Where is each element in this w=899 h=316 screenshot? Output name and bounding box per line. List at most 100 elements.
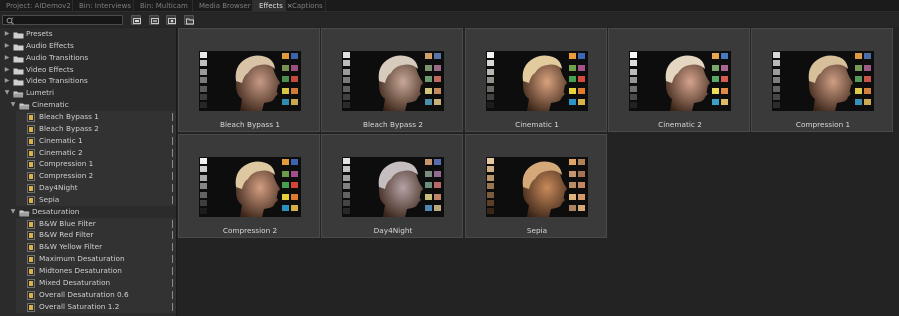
disclosure-collapsed-icon[interactable]: ▶ [3,40,11,52]
folder-icon [13,43,24,51]
preset-icon [27,160,35,170]
tree-folder-video-transitions[interactable]: ▶ Video Transitions [0,75,176,87]
search-input[interactable] [2,15,123,25]
portrait-image [378,161,423,217]
preset-icon [27,124,35,134]
tree-item-label: Sepia [39,194,60,204]
tab-effects[interactable]: Effects × [253,0,293,12]
color-chip [291,170,298,177]
disclosure-collapsed-icon[interactable]: ▶ [3,64,11,76]
tree-preset-overall-saturation-1-2[interactable]: Overall Saturation 1.2 [0,300,176,313]
tree-folder-cinematic[interactable]: ▼ Cinematic [0,99,176,111]
disclosure-expanded-icon[interactable]: ▼ [9,99,17,111]
tree-item-label: Video Effects [26,64,74,74]
tree-folder-video-effects[interactable]: ▶ Video Effects [0,64,176,76]
tree-preset-bw-yellow-filter[interactable]: B&W Yellow Filter [0,241,176,254]
tree-preset-compression-2[interactable]: Compression 2 [0,170,176,183]
folder-icon [13,78,24,86]
tree-preset-compression-1[interactable]: Compression 1 [0,158,176,171]
preset-badge-icon [172,112,173,121]
tree-preset-sepia[interactable]: Sepia [0,193,176,206]
preset-card-cinematic-1[interactable]: Cinematic 1 [465,28,607,132]
tree-folder-audio-effects[interactable]: ▶ Audio Effects [0,40,176,52]
preset-name: Compression 2 [222,226,278,235]
preset-card-compression-1[interactable]: Compression 1 [751,28,893,132]
color-chip [282,182,289,188]
grey-chip [343,174,350,181]
preset-badge-icon [172,219,173,228]
32bit-effects-button[interactable] [149,15,159,25]
tree-preset-day4night[interactable]: Day4Night [0,182,176,195]
tree-preset-bw-red-filter[interactable]: B&W Red Filter [0,229,176,242]
color-chip [569,64,576,71]
preset-badge-icon [172,267,173,275]
preset-card-sepia[interactable]: Sepia [465,134,607,238]
color-chip [291,99,298,105]
preset-thumbnail [342,51,444,111]
tree-indent [0,182,16,195]
tree-indent [0,146,16,159]
disclosure-expanded-icon[interactable]: ▼ [9,206,17,218]
tree-preset-cinematic-2[interactable]: Cinematic 2 [0,146,176,159]
new-bin-button[interactable] [184,15,194,25]
preset-name: Bleach Bypass 2 [363,120,423,129]
grey-chip [773,68,780,75]
tab-project-aidemov2[interactable]: Project: AIDemov2 [0,0,73,12]
color-chip [578,205,585,211]
tree-preset-midtones-desaturation[interactable]: Midtones Desaturation [0,265,176,277]
preset-card-day4night[interactable]: Day4Night [321,134,463,238]
preset-card-cinematic-2[interactable]: Cinematic 2 [608,28,750,132]
preset-badge-icon [172,195,173,204]
tab-media-browser[interactable]: Media Browser [193,0,253,12]
accelerated-effects-button[interactable] [131,15,141,25]
color-chip [425,53,432,59]
disclosure-collapsed-icon[interactable]: ▶ [3,28,11,40]
tree-folder-desaturation[interactable]: ▼ Desaturation [0,206,176,218]
tab-captions[interactable]: Captions [286,0,326,12]
tree-preset-maximum-desaturation[interactable]: Maximum Desaturation [0,253,176,266]
accelerated-effects-icon [133,18,141,24]
folder-icon [13,55,24,63]
color-chip [282,87,289,94]
tree-item-label: Maximum Desaturation [39,254,125,264]
preset-card-compression-2[interactable]: Compression 2 [178,134,320,238]
grey-chip [487,102,494,109]
disclosure-collapsed-icon[interactable]: ▶ [3,52,11,64]
preset-badge-icon [172,243,173,252]
tree-preset-overall-desaturation-0-6[interactable]: Overall Desaturation 0.6 [0,288,176,301]
color-chip [569,170,576,177]
preset-thumbnail-grid: Bleach Bypass 1 Bleach Bypass 2 Cinematic … [178,28,899,316]
tree-indent [0,193,16,206]
tree-item-label: Day4Night [39,183,78,193]
preset-card-bleach-bypass-2[interactable]: Bleach Bypass 2 [321,28,463,132]
tab-bin-interviews[interactable]: Bin: Interviews [73,0,134,12]
yuv-effects-button[interactable] [166,15,176,25]
preset-icon [27,172,35,182]
grey-chip [487,68,494,75]
tree-folder-lumetri[interactable]: ▼ Lumetri [0,87,176,99]
color-chip [434,170,441,177]
color-chip [425,99,432,105]
tree-item-label: B&W Yellow Filter [39,242,103,252]
tree-preset-cinematic-1[interactable]: Cinematic 1 [0,134,176,147]
tree-preset-bw-blue-filter[interactable]: B&W Blue Filter [0,217,176,230]
color-chip [578,170,585,177]
preset-name: Sepia [526,226,548,235]
color-chip [855,99,862,105]
grey-chip [487,85,494,92]
disclosure-collapsed-icon[interactable]: ▶ [3,75,11,87]
disclosure-expanded-icon[interactable]: ▼ [3,87,11,99]
tree-preset-bleach-bypass-2[interactable]: Bleach Bypass 2 [0,122,176,135]
tree-folder-presets[interactable]: ▶ Presets [0,28,176,40]
grey-chip [343,158,350,164]
tab-bin-multicam[interactable]: Bin: Multicam [134,0,193,12]
tree-folder-audio-transitions[interactable]: ▶ Audio Transitions [0,52,176,64]
color-chip [864,76,871,82]
preset-card-bleach-bypass-1[interactable]: Bleach Bypass 1 [178,28,320,132]
tree-preset-bleach-bypass-1[interactable]: Bleach Bypass 1 [0,110,176,123]
grey-chip [200,60,207,67]
grey-chip [200,174,207,181]
tree-preset-mixed-desaturation[interactable]: Mixed Desaturation [0,276,176,289]
color-chip [434,193,441,200]
preset-thumbnail [342,157,444,217]
